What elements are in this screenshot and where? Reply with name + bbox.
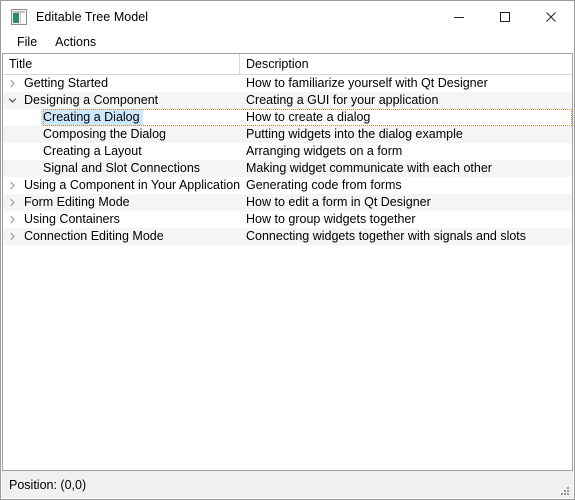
tree-row-description[interactable]: How to create a dialog — [240, 109, 572, 126]
tree-row[interactable]: Creating a Dialog How to create a dialog — [3, 109, 572, 126]
tree-row[interactable]: Using a Component in Your Application Gen… — [3, 177, 572, 194]
tree-row-description[interactable]: Putting widgets into the dialog example — [240, 126, 572, 143]
maximize-icon — [500, 11, 510, 22]
tree-header: Title Description — [3, 54, 572, 75]
tree-row-description[interactable]: Creating a GUI for your application — [240, 92, 572, 109]
maximize-button[interactable] — [482, 1, 528, 32]
tree-row-description[interactable]: Making widget communicate with each othe… — [240, 160, 572, 177]
tree-view: Title Description Getting Started How to … — [2, 53, 573, 470]
tree-row[interactable]: Composing the Dialog Putting widgets into… — [3, 126, 572, 143]
tree-row-title-cell[interactable]: Getting Started — [3, 75, 240, 92]
tree-row-title-cell[interactable]: Connection Editing Mode — [3, 228, 240, 245]
tree-rows-container: Getting Started How to familiarize yourse… — [3, 75, 572, 470]
window-controls — [436, 1, 574, 32]
tree-row-title: Creating a Layout — [43, 144, 142, 158]
column-header-description[interactable]: Description — [240, 54, 572, 74]
tree-row-title-cell[interactable]: Using a Component in Your Application — [3, 177, 240, 194]
tree-row-title: Creating a Dialog — [41, 109, 143, 126]
tree-row-title-cell[interactable]: Signal and Slot Connections — [3, 160, 240, 177]
tree-row[interactable]: Creating a Layout Arranging widgets on a … — [3, 143, 572, 160]
tree-row-title: Using a Component in Your Application — [24, 178, 240, 192]
tree-branch-toggle[interactable] — [3, 211, 22, 228]
resize-grip-icon[interactable] — [558, 484, 570, 496]
tree-row-title-cell[interactable]: Composing the Dialog — [3, 126, 240, 143]
tree-row-description[interactable]: How to familiarize yourself with Qt Desi… — [240, 75, 572, 92]
tree-row-title: Getting Started — [24, 76, 109, 90]
minimize-icon — [454, 16, 464, 18]
column-header-title[interactable]: Title — [3, 54, 240, 74]
tree-row-title-cell[interactable]: Designing a Component — [3, 92, 240, 109]
tree-row-title: Signal and Slot Connections — [43, 161, 201, 175]
chevron-right-icon — [10, 79, 15, 88]
tree-row-title: Designing a Component — [24, 93, 159, 107]
close-icon — [546, 11, 556, 22]
chevron-right-icon — [10, 181, 15, 190]
chevron-right-icon — [10, 232, 15, 241]
status-bar: Position: (0,0) — [2, 470, 573, 498]
status-message: Position: (0,0) — [9, 477, 87, 492]
tree-row[interactable]: Getting Started How to familiarize yourse… — [3, 75, 572, 92]
application-window: Editable Tree Model File Actions Title D… — [0, 0, 575, 500]
app-icon-titlebar — [13, 10, 25, 13]
title-bar: Editable Tree Model — [1, 1, 574, 32]
menu-bar: File Actions — [1, 32, 574, 53]
tree-row[interactable]: Signal and Slot Connections Making widget… — [3, 160, 572, 177]
tree-row-description[interactable]: Arranging widgets on a form — [240, 143, 572, 160]
tree-row-title: Form Editing Mode — [24, 195, 130, 209]
chevron-right-icon — [10, 215, 15, 224]
tree-row-title-cell[interactable]: Form Editing Mode — [3, 194, 240, 211]
tree-row-description[interactable]: Connecting widgets together with signals… — [240, 228, 572, 245]
tree-row[interactable]: Using Containers How to group widgets tog… — [3, 211, 572, 228]
menu-item-file[interactable]: File — [8, 33, 46, 52]
menu-item-actions[interactable]: Actions — [46, 33, 105, 52]
tree-branch-toggle[interactable] — [3, 92, 22, 109]
tree-branch-spacer — [22, 160, 41, 177]
tree-branch-toggle[interactable] — [3, 75, 22, 92]
tree-row-description[interactable]: How to edit a form in Qt Designer — [240, 194, 572, 211]
tree-row[interactable]: Connection Editing Mode Connecting widget… — [3, 228, 572, 245]
window-title: Editable Tree Model — [36, 9, 149, 24]
tree-row-title: Composing the Dialog — [43, 127, 166, 141]
tree-branch-toggle[interactable] — [3, 228, 22, 245]
chevron-down-icon — [8, 98, 17, 103]
tree-branch-spacer — [22, 126, 41, 143]
tree-row-title: Connection Editing Mode — [24, 229, 164, 243]
chevron-right-icon — [10, 198, 15, 207]
tree-row-description[interactable]: Generating code from forms — [240, 177, 572, 194]
tree-branch-toggle[interactable] — [3, 177, 22, 194]
tree-branch-spacer — [22, 109, 41, 126]
tree-row[interactable]: Form Editing Mode How to edit a form in Q… — [3, 194, 572, 211]
tree-branch-spacer — [22, 143, 41, 160]
tree-row-title: Using Containers — [24, 212, 120, 226]
tree-row-description[interactable]: How to group widgets together — [240, 211, 572, 228]
tree-branch-toggle[interactable] — [3, 194, 22, 211]
application-window-icon — [11, 8, 27, 25]
tree-row-title-cell[interactable]: Using Containers — [3, 211, 240, 228]
minimize-button[interactable] — [436, 1, 482, 32]
close-button[interactable] — [528, 1, 574, 32]
tree-row-title-cell[interactable]: Creating a Layout — [3, 143, 240, 160]
tree-row[interactable]: Designing a Component Creating a GUI for … — [3, 92, 572, 109]
tree-row-title-cell[interactable]: Creating a Dialog — [3, 109, 240, 126]
